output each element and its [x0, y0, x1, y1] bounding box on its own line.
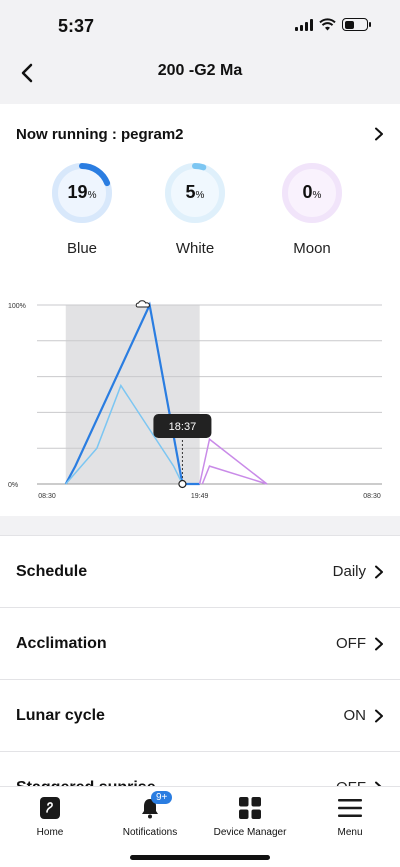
- setting-schedule[interactable]: Schedule Daily: [0, 535, 400, 607]
- daylight-region: [65, 305, 200, 484]
- grid-icon: [239, 797, 261, 819]
- channel-white[interactable]: 5% White: [160, 162, 230, 257]
- x-tick-label: 08:30: [38, 493, 56, 500]
- home-indicator: [130, 855, 270, 860]
- channel-ring: 0%: [281, 162, 343, 224]
- setting-label: Lunar cycle: [16, 706, 105, 724]
- wifi-icon: [319, 18, 336, 31]
- y-tick-label: 100%: [8, 303, 26, 310]
- settings-list: Schedule Daily Acclimation OFF Lunar cyc…: [0, 535, 400, 823]
- channel-value: 19: [67, 182, 88, 202]
- page-title: 200 -G2 Ma: [157, 62, 243, 79]
- tooltip-label: 18:37: [169, 421, 197, 433]
- setting-acclimation[interactable]: Acclimation OFF: [0, 607, 400, 679]
- schedule-chart[interactable]: 100% 0% 08:30 19:49 08:30 18:37: [0, 290, 400, 510]
- signal-icon: [295, 18, 313, 31]
- setting-label: Acclimation: [16, 634, 107, 652]
- now-running-label: Now running : pegram2: [16, 125, 184, 143]
- channel-levels: 19% Blue 5% White 0% Moon: [0, 162, 400, 272]
- tab-home[interactable]: Home: [0, 795, 100, 838]
- setting-value-wrap: Daily: [333, 563, 384, 580]
- nav-header: 200 -G2 Ma: [0, 50, 400, 102]
- setting-value: Daily: [332, 563, 366, 580]
- home-icon: [40, 797, 60, 819]
- series-line: [198, 437, 268, 485]
- tab-label: Device Manager: [213, 827, 287, 838]
- tab-label: Notifications: [122, 827, 178, 838]
- channel-value: 0: [302, 182, 313, 202]
- channel-moon[interactable]: 0% Moon: [277, 162, 347, 257]
- channel-ring: 5%: [164, 162, 226, 224]
- cloud-icon: [135, 300, 150, 308]
- setting-value-wrap: OFF: [336, 635, 384, 652]
- setting-value: OFF: [336, 635, 366, 652]
- channel-label: Moon: [293, 240, 331, 257]
- setting-label: Schedule: [16, 562, 88, 580]
- chevron-right-icon: [375, 709, 383, 722]
- x-tick-label: 08:30: [363, 493, 381, 500]
- tab-menu[interactable]: Menu: [300, 795, 400, 838]
- y-tick-label: 0%: [8, 482, 18, 489]
- status-time: 5:37: [58, 16, 95, 36]
- channel-value: 5: [185, 182, 196, 202]
- channel-unit: %: [195, 190, 205, 201]
- tab-label: Home: [36, 827, 64, 838]
- channel-unit: %: [87, 190, 97, 201]
- setting-value: ON: [343, 707, 367, 724]
- setting-value-wrap: ON: [344, 707, 385, 724]
- time-marker: [178, 479, 187, 489]
- x-tick-label: 19:49: [191, 493, 209, 500]
- channel-blue[interactable]: 19% Blue: [47, 162, 117, 257]
- schedule-chart-svg: 100% 0% 08:30 19:49 08:30 18:37: [8, 300, 382, 500]
- tab-label: Menu: [337, 827, 363, 838]
- lighting-panel: Now running : pegram2 19% Blue 5% White …: [0, 104, 400, 516]
- battery-icon: [342, 18, 371, 31]
- channel-label: Blue: [66, 240, 98, 257]
- channel-ring: 19%: [51, 162, 113, 224]
- setting-lunar-cycle[interactable]: Lunar cycle ON: [0, 679, 400, 751]
- chevron-right-icon: [375, 565, 383, 578]
- channel-unit: %: [312, 190, 322, 201]
- status-icons: [295, 18, 371, 31]
- status-bar: 5:37: [0, 0, 400, 50]
- channel-label: White: [175, 240, 215, 257]
- now-running-row[interactable]: Now running : pegram2: [16, 122, 384, 146]
- notification-badge: 9+: [151, 791, 173, 804]
- tab-notifications[interactable]: 9+ Notifications: [100, 791, 200, 838]
- chevron-right-icon: [375, 637, 383, 650]
- chevron-right-icon: [375, 127, 383, 141]
- tab-device-manager[interactable]: Device Manager: [200, 795, 300, 838]
- menu-icon: [338, 799, 362, 817]
